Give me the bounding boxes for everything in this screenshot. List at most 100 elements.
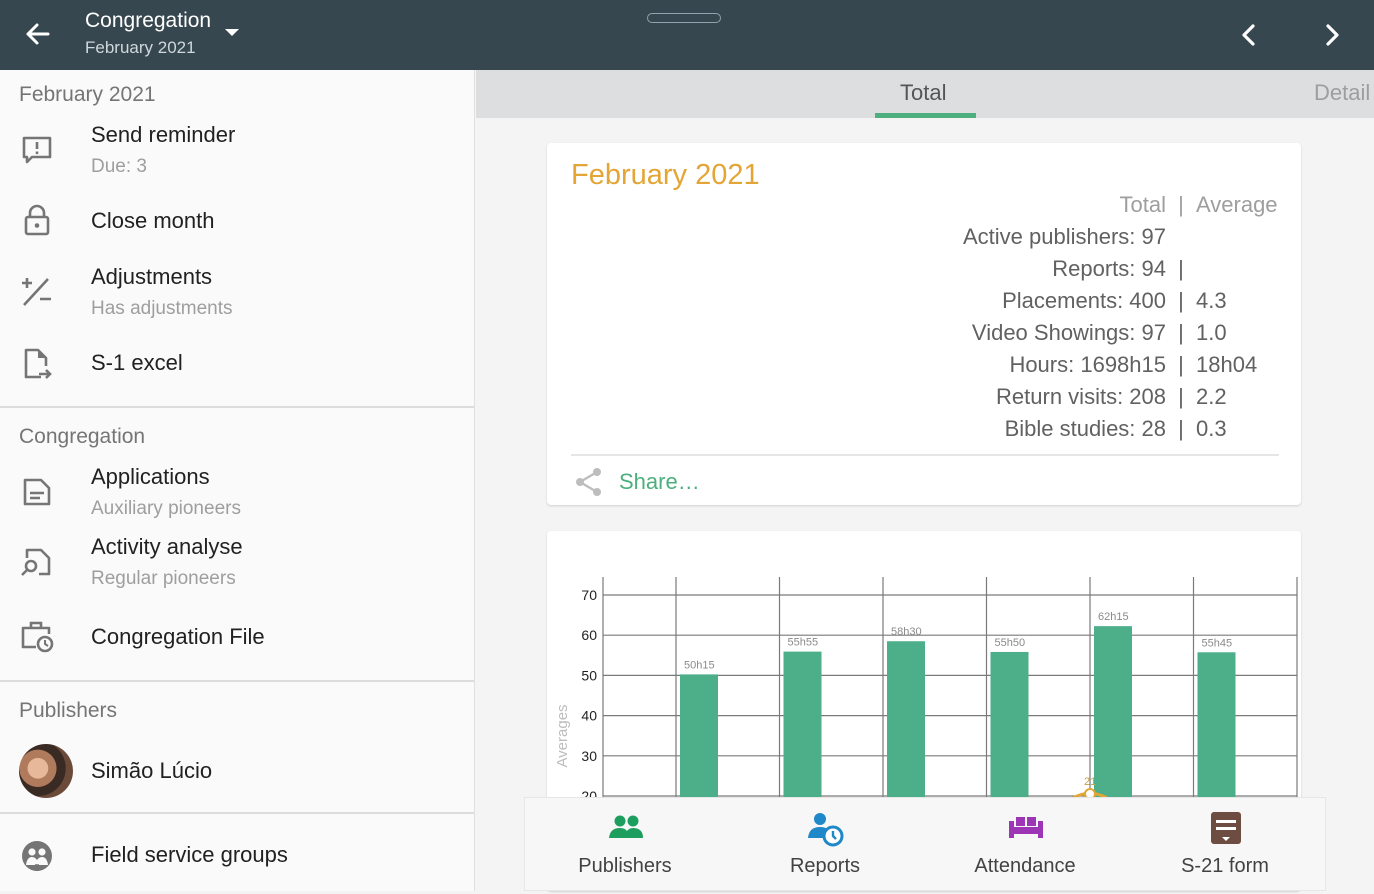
stat-average: 1.0 xyxy=(1196,320,1227,345)
summary-month-title: February 2021 xyxy=(571,159,760,191)
chevron-right-icon[interactable] xyxy=(1315,18,1349,52)
stat-total: Video Showings: 97 xyxy=(971,320,1166,345)
section-header-publishers: Publishers xyxy=(19,699,118,722)
stats-table: Total | Average Active publishers: 97 Re… xyxy=(963,189,1279,445)
stat-total: Hours: 1698h15 xyxy=(1009,352,1166,377)
stats-separator: | xyxy=(1178,192,1184,217)
sidebar-item-label: Simão Lúcio xyxy=(91,758,213,783)
stats-row: Return visits: 208 | 2.2 xyxy=(963,381,1279,413)
sidebar-item-activity-analyse[interactable]: Activity analyse Regular pioneers xyxy=(0,534,474,606)
stats-header-row: Total | Average xyxy=(963,189,1279,221)
nav-label: Attendance xyxy=(974,855,1076,877)
active-tab-indicator xyxy=(875,113,976,118)
bar-value-label: 58h30 xyxy=(891,626,922,638)
stats-separator: | xyxy=(1178,320,1184,345)
feedback-alert-icon xyxy=(22,136,52,164)
chevron-left-icon[interactable] xyxy=(1232,18,1266,52)
stat-total: Placements: 400 xyxy=(1002,288,1166,313)
tab-detail[interactable]: Detail xyxy=(1314,80,1370,106)
stat-average xyxy=(1196,221,1279,253)
file-export-icon xyxy=(24,348,52,379)
sidebar-item-close-month[interactable]: Close month xyxy=(0,190,474,260)
bar-value-label: 50h15 xyxy=(684,659,715,671)
bar-value-label: 55h50 xyxy=(995,637,1026,649)
window-drag-handle[interactable] xyxy=(647,13,721,23)
tab-total[interactable]: Total xyxy=(900,80,946,106)
y-axis-ticks: 203040506070 xyxy=(581,587,597,804)
document-icon xyxy=(23,478,51,506)
stats-row: Video Showings: 97 | 1.0 xyxy=(963,317,1279,349)
stats-header-average: Average xyxy=(1196,192,1278,217)
nav-attendance[interactable]: Attendance xyxy=(925,798,1125,892)
sidebar-item-adjustments[interactable]: Adjustments Has adjustments xyxy=(0,260,474,332)
y-axis-label: Averages xyxy=(554,704,571,767)
stat-average: 0.3 xyxy=(1196,416,1227,441)
stats-row: Bible studies: 28 | 0.3 xyxy=(963,413,1279,445)
app-bar: Congregation February 2021 xyxy=(0,0,1374,70)
stats-row: Placements: 400 | 4.3 xyxy=(963,285,1279,317)
avatar xyxy=(19,744,73,798)
congregation-selector[interactable]: Congregation February 2021 xyxy=(85,9,211,58)
lock-icon xyxy=(24,204,50,236)
nav-publishers[interactable]: Publishers xyxy=(525,798,725,892)
section-header-month: February 2021 xyxy=(19,83,156,106)
share-icon xyxy=(576,468,601,496)
sidebar-item-applications[interactable]: Applications Auxiliary pioneers xyxy=(0,464,474,534)
stats-row: Reports: 94 | xyxy=(963,253,1279,285)
stats-separator: | xyxy=(1178,416,1184,441)
stat-average: 2.2 xyxy=(1196,384,1227,409)
sidebar-item-sub: Due: 3 xyxy=(91,156,147,177)
nav-reports[interactable]: Reports xyxy=(725,798,925,892)
sidebar-item-label: Applications xyxy=(91,464,210,489)
groups-icon xyxy=(22,841,52,871)
summary-card: February 2021 Total | Average Active pub… xyxy=(547,143,1301,505)
sidebar-item-label: Activity analyse xyxy=(91,534,243,559)
stats-row: Active publishers: 97 xyxy=(963,221,1279,253)
stats-separator: | xyxy=(1178,288,1184,313)
stats-separator xyxy=(1166,221,1196,253)
app-subtitle: February 2021 xyxy=(85,38,196,57)
sidebar-item-s1-excel[interactable]: S-1 excel xyxy=(0,332,474,404)
stats-header-total: Total xyxy=(1119,192,1166,217)
people-icon xyxy=(609,815,643,838)
nav-label: S-21 form xyxy=(1181,855,1269,877)
bar-value-label: 62h15 xyxy=(1098,611,1129,623)
sidebar-item-label: Close month xyxy=(91,208,215,233)
bar-value-label: 55h55 xyxy=(788,637,819,649)
nav-label: Reports xyxy=(789,855,861,877)
app-title: Congregation xyxy=(85,9,212,32)
tab-bar: Total Detail xyxy=(476,70,1374,118)
sidebar-item-sub: Auxiliary pioneers xyxy=(91,498,241,519)
stat-average xyxy=(1196,253,1279,285)
stat-total: Active publishers: 97 xyxy=(963,224,1166,249)
nav-s21-form[interactable]: S-21 form xyxy=(1125,798,1325,892)
sidebar: February 2021 Send reminder Due: 3 Close… xyxy=(0,70,475,891)
sidebar-item-sub: Has adjustments xyxy=(91,298,233,319)
stat-total: Return visits: 208 xyxy=(996,384,1166,409)
y-tick-label: 40 xyxy=(581,708,597,724)
nav-label: Publishers xyxy=(578,855,672,877)
plus-minus-icon xyxy=(22,278,51,306)
sofa-icon xyxy=(1009,817,1043,838)
sidebar-item-publisher[interactable]: Simão Lúcio xyxy=(0,738,474,812)
sidebar-item-field-service-groups[interactable]: Field service groups xyxy=(0,814,474,894)
y-tick-label: 70 xyxy=(581,587,597,603)
y-tick-label: 30 xyxy=(581,748,597,764)
sidebar-item-label: Adjustments xyxy=(91,264,213,289)
dropdown-icon[interactable] xyxy=(225,29,239,36)
divider xyxy=(571,454,1279,456)
arrow-back-icon[interactable] xyxy=(18,14,58,54)
stats-row: Hours: 1698h15 | 18h04 xyxy=(963,349,1279,381)
stat-total: Bible studies: 28 xyxy=(1004,416,1166,441)
sidebar-item-congregation-file[interactable]: Congregation File xyxy=(0,606,474,678)
sidebar-item-label: Congregation File xyxy=(91,624,265,649)
sidebar-item-label: Send reminder xyxy=(91,122,236,147)
section-header-congregation: Congregation xyxy=(19,425,146,448)
person-clock-icon xyxy=(808,813,844,847)
line-point-label: 21 xyxy=(1084,776,1096,788)
stat-average: 4.3 xyxy=(1196,288,1227,313)
stat-total: Reports: 94 xyxy=(1052,256,1166,281)
stat-average: 18h04 xyxy=(1196,352,1258,377)
share-button[interactable]: Share… xyxy=(573,465,700,499)
sidebar-item-send-reminder[interactable]: Send reminder Due: 3 xyxy=(0,120,474,190)
